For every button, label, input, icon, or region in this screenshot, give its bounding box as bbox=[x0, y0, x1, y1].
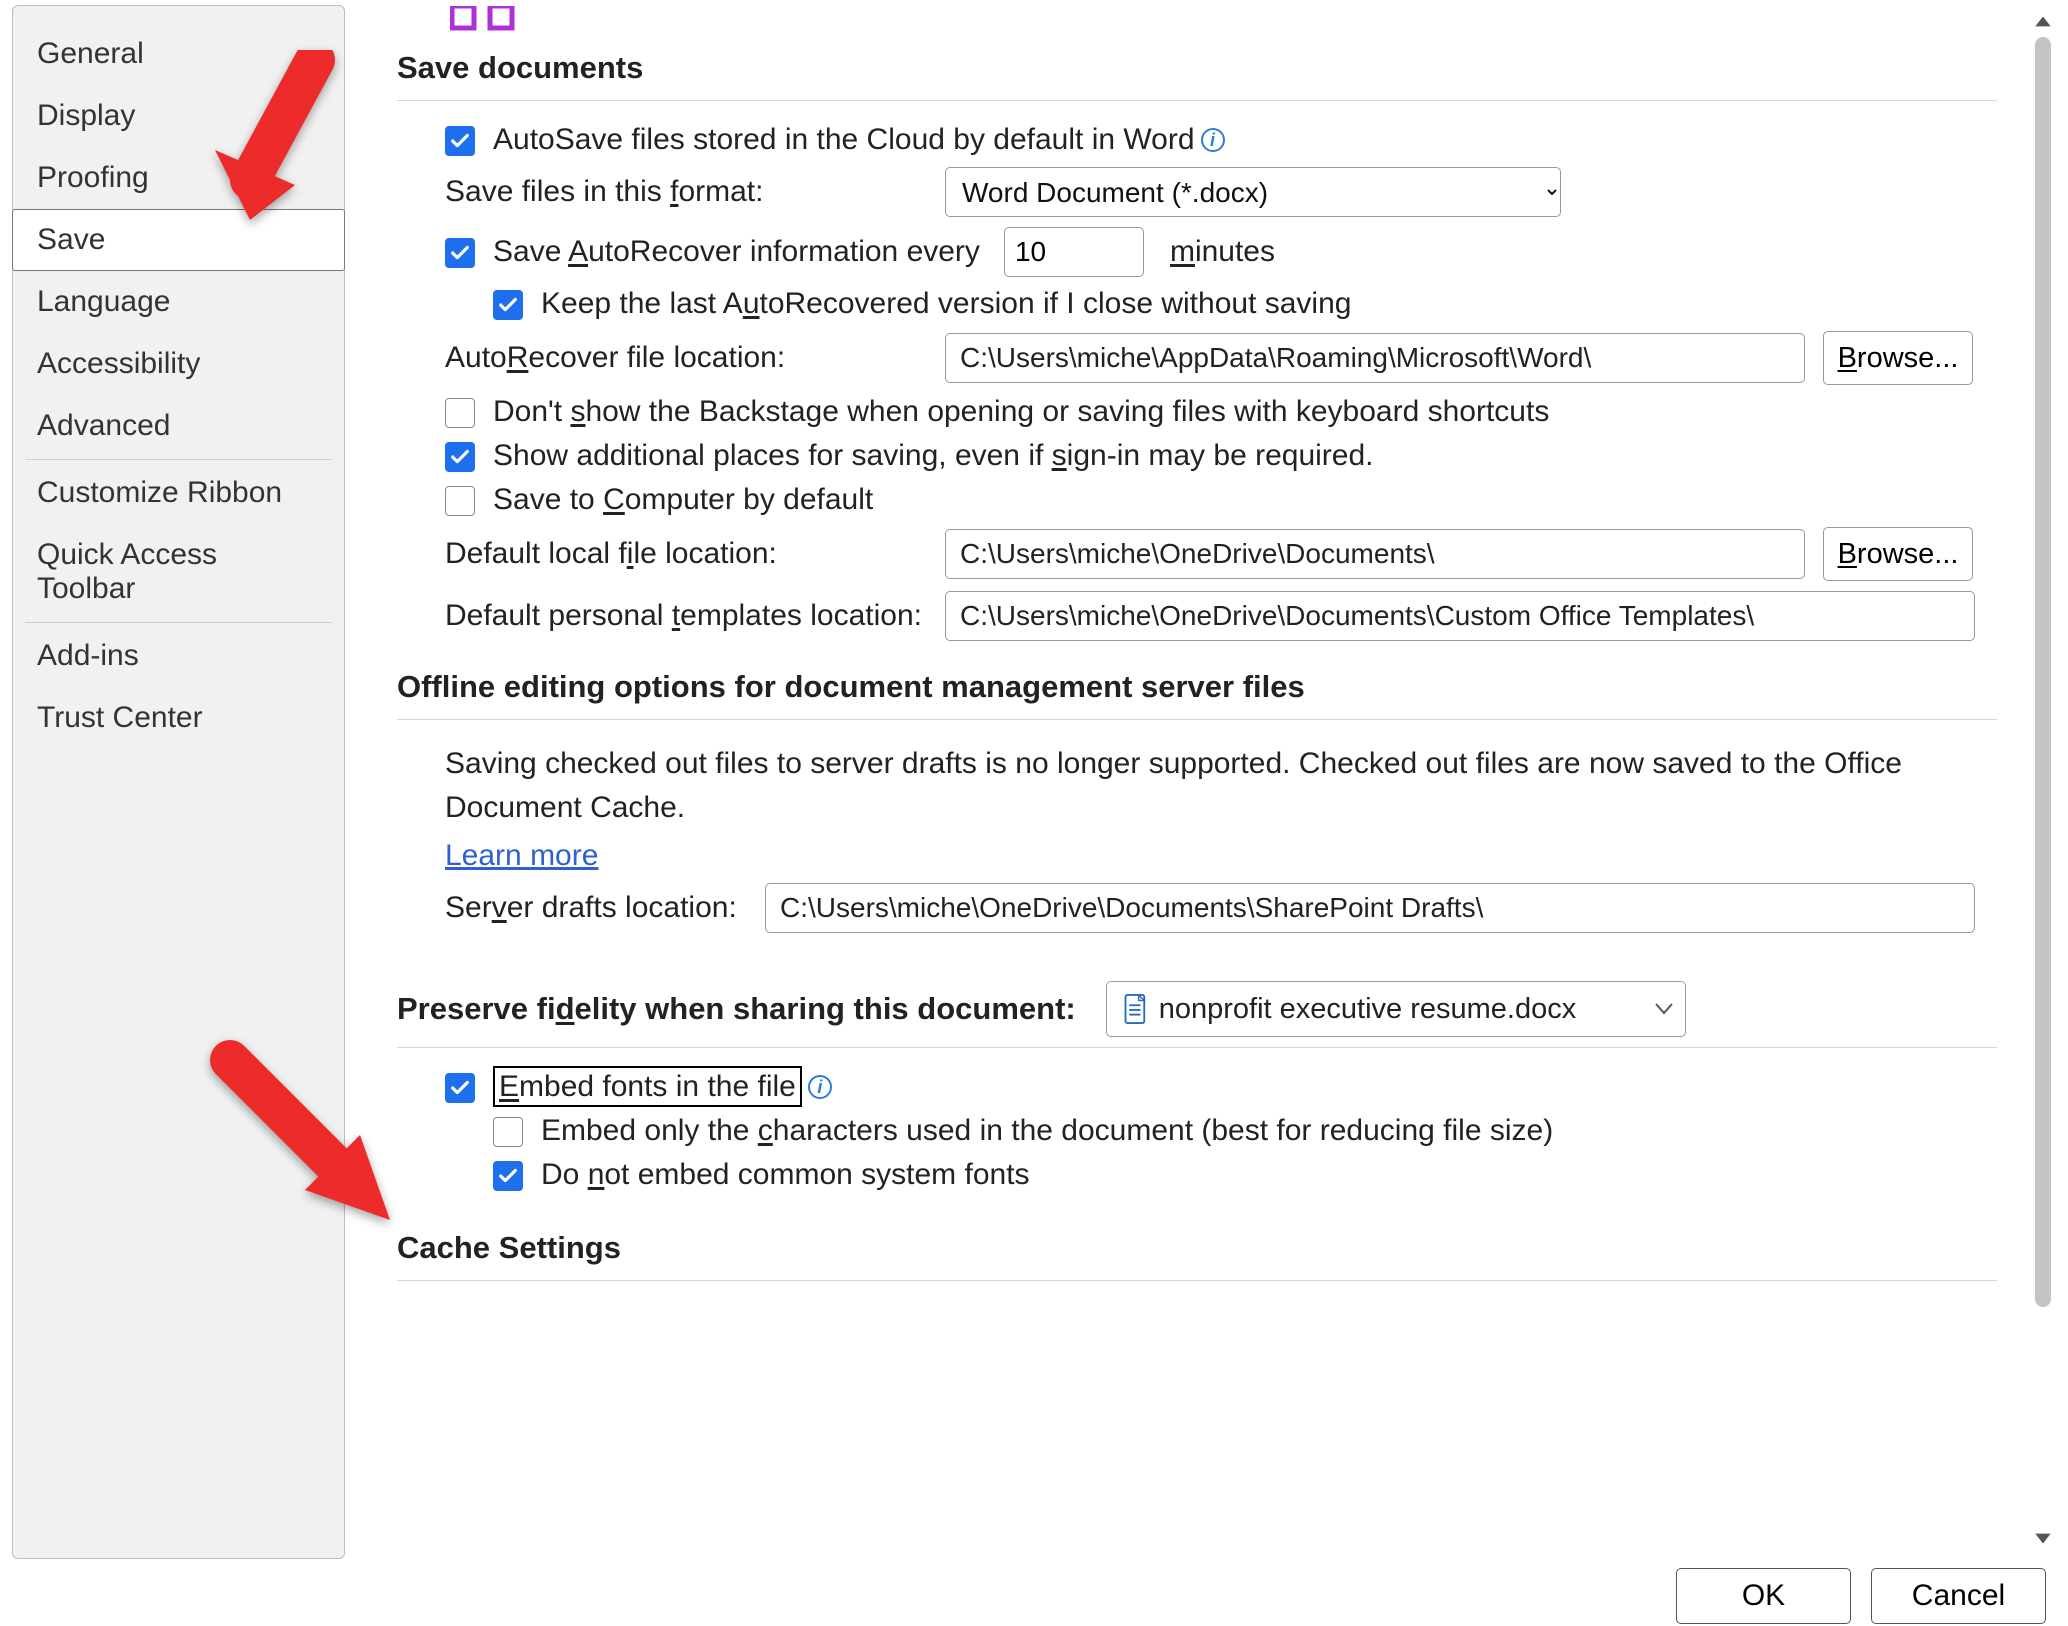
default-templates-input[interactable] bbox=[945, 591, 1975, 641]
dont-show-backstage-row: Don't show the Backstage when opening or… bbox=[445, 395, 1997, 429]
autorecover-minutes-input[interactable] bbox=[1004, 227, 1144, 277]
nav-add-ins[interactable]: Add-ins bbox=[13, 625, 344, 687]
default-local-location-label: Default local file location: bbox=[445, 537, 945, 571]
save-format-select[interactable]: Word Document (*.docx) bbox=[945, 167, 1561, 217]
autorecover-row: Save AutoRecover information every minut… bbox=[445, 227, 1997, 277]
server-drafts-input[interactable] bbox=[765, 883, 1975, 933]
default-local-location-input[interactable] bbox=[945, 529, 1805, 579]
autosave-label: AutoSave files stored in the Cloud by de… bbox=[493, 123, 1195, 157]
dialog-footer: OK Cancel bbox=[1676, 1568, 2046, 1624]
word-document-icon bbox=[1119, 994, 1147, 1024]
preserve-document-value: nonprofit executive resume.docx bbox=[1159, 993, 1577, 1026]
keep-last-autorecovered-row: Keep the last AutoRecovered version if I… bbox=[493, 287, 1997, 321]
autorecover-browse-button[interactable]: Browse... bbox=[1823, 331, 1973, 385]
save-to-computer-label: Save to Computer by default bbox=[493, 483, 873, 517]
nav-trust-center[interactable]: Trust Center bbox=[13, 687, 344, 749]
save-format-row: Save files in this format: Word Document… bbox=[445, 167, 1997, 217]
chevron-down-icon bbox=[1655, 1003, 1673, 1015]
vertical-scrollbar[interactable] bbox=[2031, 11, 2055, 1549]
section-preserve-fidelity-header: Preserve fidelity when sharing this docu… bbox=[397, 981, 1997, 1037]
server-drafts-row: Server drafts location: bbox=[445, 883, 1997, 933]
show-additional-places-checkbox[interactable] bbox=[445, 442, 475, 472]
info-icon[interactable]: i bbox=[1201, 128, 1225, 152]
nav-customize-ribbon[interactable]: Customize Ribbon bbox=[13, 462, 344, 524]
scroll-down-icon[interactable] bbox=[2032, 1527, 2054, 1549]
dont-embed-common-checkbox[interactable] bbox=[493, 1161, 523, 1191]
embed-fonts-row: Embed fonts in the file i bbox=[445, 1070, 1997, 1104]
embed-fonts-checkbox[interactable] bbox=[445, 1073, 475, 1103]
show-additional-places-row: Show additional places for saving, even … bbox=[445, 439, 1997, 473]
nav-accessibility[interactable]: Accessibility bbox=[13, 333, 344, 395]
scroll-up-icon[interactable] bbox=[2032, 11, 2054, 33]
dont-show-backstage-checkbox[interactable] bbox=[445, 398, 475, 428]
scrollbar-track[interactable] bbox=[2035, 37, 2051, 1523]
save-format-label: Save files in this format: bbox=[445, 175, 945, 209]
show-additional-places-label: Show additional places for saving, even … bbox=[493, 439, 1374, 473]
default-templates-label: Default personal templates location: bbox=[445, 599, 945, 633]
nav-advanced[interactable]: Advanced bbox=[13, 395, 344, 457]
dont-embed-common-label: Do not embed common system fonts bbox=[541, 1158, 1030, 1192]
default-templates-row: Default personal templates location: bbox=[445, 591, 1997, 641]
autorecover-checkbox[interactable] bbox=[445, 238, 475, 268]
autorecover-location-label: AutoRecover file location: bbox=[445, 341, 945, 375]
scrollbar-thumb[interactable] bbox=[2035, 37, 2051, 1307]
nav-language[interactable]: Language bbox=[13, 271, 344, 333]
preserve-document-select[interactable]: nonprofit executive resume.docx bbox=[1106, 981, 1686, 1037]
save-to-computer-checkbox[interactable] bbox=[445, 486, 475, 516]
autorecover-location-input[interactable] bbox=[945, 333, 1805, 383]
nav-display[interactable]: Display bbox=[13, 85, 344, 147]
ok-button[interactable]: OK bbox=[1676, 1568, 1851, 1624]
server-drafts-label: Server drafts location: bbox=[445, 891, 765, 925]
save-to-computer-row: Save to Computer by default bbox=[445, 483, 1997, 517]
minutes-label: minutes bbox=[1170, 235, 1275, 269]
section-preserve-fidelity-title: Preserve fidelity when sharing this docu… bbox=[397, 991, 1076, 1027]
section-cache-settings-title: Cache Settings bbox=[397, 1230, 1997, 1266]
default-local-location-row: Default local file location: Browse... bbox=[445, 527, 1997, 581]
nav-quick-access-toolbar[interactable]: Quick Access Toolbar bbox=[13, 524, 344, 620]
embed-fonts-label: Embed fonts in the file bbox=[493, 1070, 802, 1104]
dont-embed-common-row: Do not embed common system fonts bbox=[493, 1158, 1997, 1192]
options-main-panel: Save documents AutoSave files stored in … bbox=[345, 5, 2058, 1559]
embed-only-characters-checkbox[interactable] bbox=[493, 1117, 523, 1147]
autorecover-label: Save AutoRecover information every bbox=[493, 235, 980, 269]
keep-last-autorecovered-checkbox[interactable] bbox=[493, 290, 523, 320]
autosave-checkbox[interactable] bbox=[445, 126, 475, 156]
learn-more-link[interactable]: Learn more bbox=[445, 839, 598, 873]
autosave-row: AutoSave files stored in the Cloud by de… bbox=[445, 123, 1997, 157]
nav-general[interactable]: General bbox=[13, 23, 344, 85]
autorecover-location-row: AutoRecover file location: Browse... bbox=[445, 331, 1997, 385]
nav-proofing[interactable]: Proofing bbox=[13, 147, 344, 209]
embed-only-characters-row: Embed only the characters used in the do… bbox=[493, 1114, 1997, 1148]
cancel-button[interactable]: Cancel bbox=[1871, 1568, 2046, 1624]
dont-show-backstage-label: Don't show the Backstage when opening or… bbox=[493, 395, 1549, 429]
default-local-browse-button[interactable]: Browse... bbox=[1823, 527, 1973, 581]
info-icon[interactable]: i bbox=[808, 1075, 832, 1099]
nav-save[interactable]: Save bbox=[12, 209, 345, 271]
embed-only-characters-label: Embed only the characters used in the do… bbox=[541, 1114, 1553, 1148]
keep-last-autorecovered-label: Keep the last AutoRecovered version if I… bbox=[541, 287, 1351, 321]
section-save-documents-title: Save documents bbox=[397, 50, 1997, 86]
offline-note: Saving checked out files to server draft… bbox=[445, 742, 1945, 829]
options-dialog: General Display Proofing Save Language A… bbox=[12, 5, 2058, 1559]
options-sidebar: General Display Proofing Save Language A… bbox=[12, 5, 345, 1559]
section-offline-title: Offline editing options for document man… bbox=[397, 669, 1997, 705]
